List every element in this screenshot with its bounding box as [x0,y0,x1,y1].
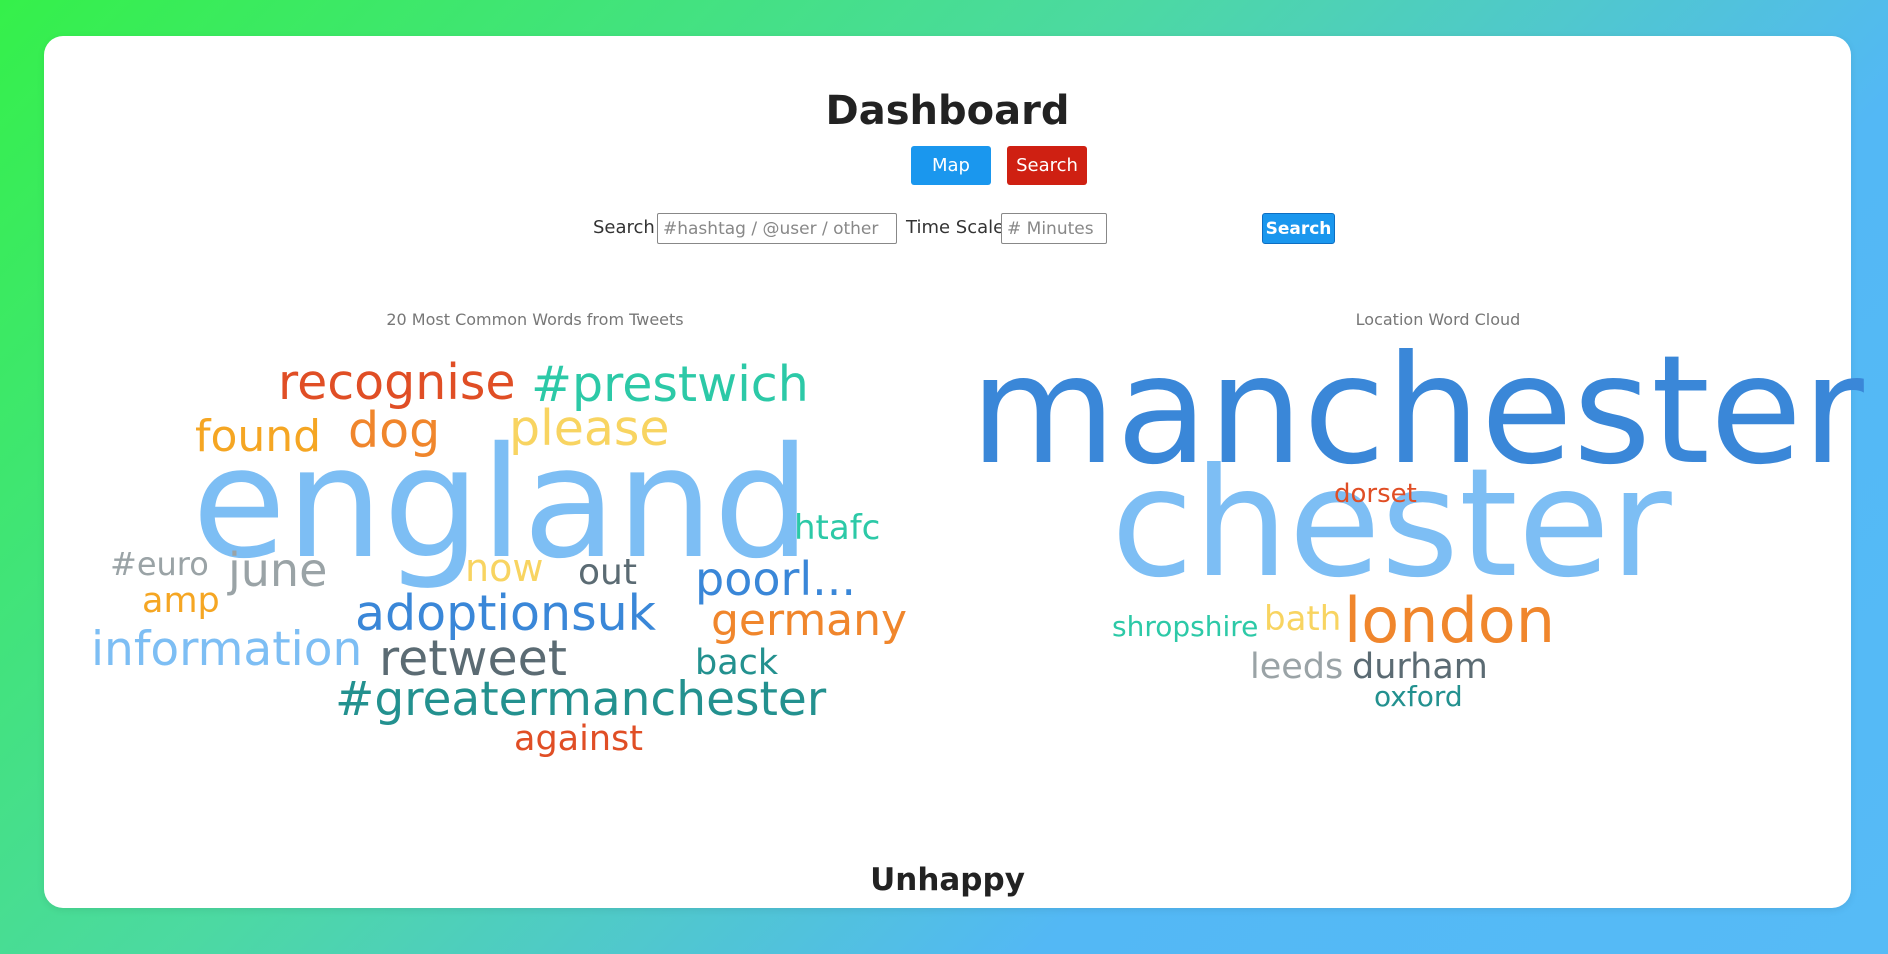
word-shropshire: shropshire [1112,610,1259,643]
word-now: now [465,546,544,590]
word-dog: dog [348,402,441,459]
tweets-word-cloud: england recognise #prestwich found dog p… [44,36,947,836]
word-greatermanchester: #greatermanchester [335,672,827,727]
word-germany: germany [711,595,908,646]
word-june: june [228,543,328,597]
word-found: found [195,411,322,462]
word-amp: amp [142,581,220,621]
word-dorset: dorset [1334,479,1417,509]
dashboard-card: Dashboard Map Search Search: Time Scale:… [44,36,1864,908]
word-oxford: oxford [1374,680,1463,713]
word-recognise: recognise [278,354,516,411]
location-word-cloud: manchester chester dorset shropshire bat… [947,36,1864,836]
sentiment-label: Unhappy [870,862,1025,898]
word-leeds: leeds [1250,647,1344,687]
word-please: please [509,400,670,457]
word-htafc: htafc [794,508,881,548]
word-information: information [91,622,363,677]
word-chester: chester [1111,437,1672,611]
word-euro: #euro [110,545,209,583]
word-bath: bath [1264,599,1342,639]
word-london: london [1344,584,1556,657]
word-against: against [514,719,643,759]
